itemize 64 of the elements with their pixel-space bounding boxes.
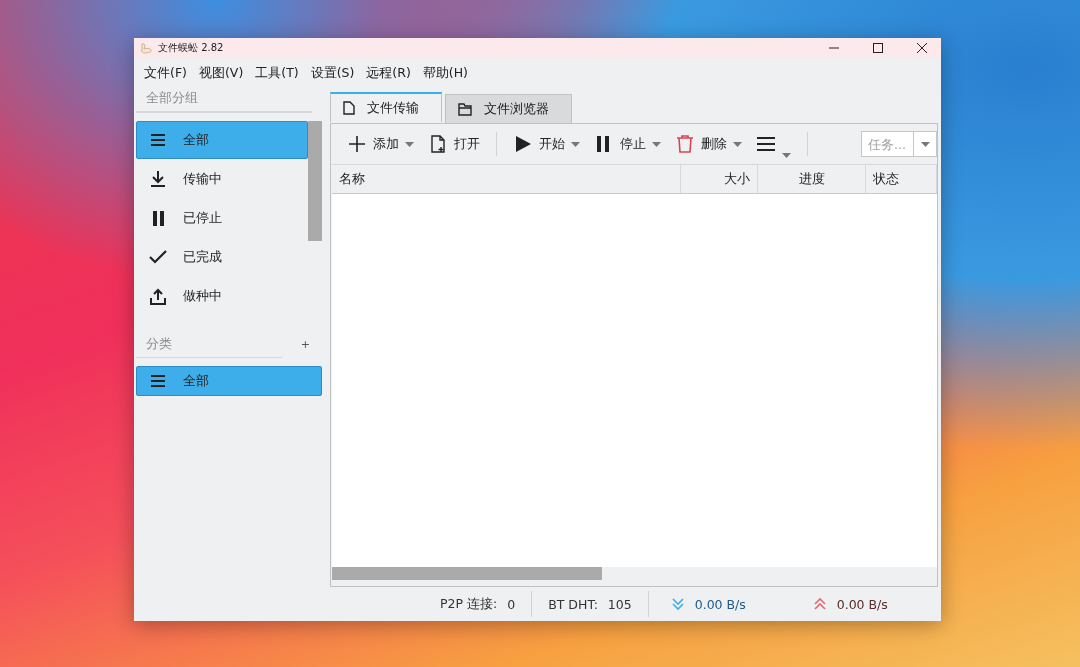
task-filter-field[interactable]: 任务... (861, 131, 913, 157)
item-label: 全部 (183, 131, 209, 149)
menu-icon (149, 131, 167, 149)
new-document-icon (428, 134, 448, 154)
sidebar-item[interactable]: 全部 (136, 121, 308, 159)
download-icon (149, 170, 167, 188)
menu-item[interactable]: 帮助(H) (418, 64, 472, 82)
download-speed: 0.00 B/s (694, 596, 746, 612)
maximize-icon (873, 43, 883, 53)
tab-label: 文件浏览器 (484, 100, 549, 118)
upload-speed: 0.00 B/s (836, 596, 888, 612)
close-icon (917, 43, 927, 53)
document-icon (343, 101, 355, 115)
upload-speed-icon (812, 597, 827, 611)
status-value: 0 (507, 596, 516, 612)
toolbar-button[interactable]: 删除 (673, 132, 744, 156)
add-category-button[interactable]: + (300, 338, 310, 358)
toolbar-button[interactable]: 停止 (592, 132, 663, 156)
tab[interactable]: 文件浏览器 (445, 94, 572, 124)
play-icon (513, 134, 533, 154)
sidebar-item[interactable]: 做种中 (136, 277, 308, 315)
menu-item[interactable]: 设置(S) (306, 64, 359, 82)
download-speed-icon (670, 597, 685, 611)
item-label: 已停止 (183, 209, 222, 227)
tab[interactable]: 文件传输 (330, 92, 442, 122)
menu-icon (149, 372, 167, 390)
toolbar-button[interactable]: 打开 (426, 132, 482, 156)
section-title: 分类 (146, 336, 172, 353)
status-value: 105 (607, 596, 632, 612)
folder-icon (458, 102, 472, 116)
caret-icon (920, 141, 930, 147)
scrollbar-thumb[interactable] (332, 567, 602, 580)
sidebar-item[interactable]: 已完成 (136, 238, 308, 276)
minimize-icon (829, 47, 839, 49)
trash-icon (675, 134, 695, 154)
item-label: 已完成 (183, 248, 222, 266)
scrollbar-thumb[interactable] (308, 121, 322, 241)
section-title: 全部分组 (146, 90, 198, 107)
menu-item[interactable]: 视图(V) (194, 64, 248, 82)
goose-logo-icon (140, 42, 152, 54)
item-label: 传输中 (183, 170, 222, 188)
sidebar-item[interactable]: 已停止 (136, 199, 308, 237)
menu-icon (756, 134, 776, 154)
plus-icon (347, 134, 367, 154)
upload-icon (149, 287, 167, 305)
status-label: BT DHT: (548, 596, 598, 612)
sidebar-item[interactable]: 全部 (136, 366, 322, 396)
toolbar-button[interactable]: 开始 (511, 132, 582, 156)
column-header[interactable]: 进度 (758, 165, 866, 193)
column-header[interactable]: 大小 (681, 165, 758, 193)
menu-item[interactable]: 工具(T) (251, 64, 303, 82)
item-label: 全部 (183, 372, 209, 390)
sidebar-item[interactable]: 传输中 (136, 160, 308, 198)
window-title: 文件蜈蚣 2.82 (158, 41, 225, 55)
toolbar-button[interactable]: 添加 (345, 132, 416, 156)
menu-item[interactable]: 文件(F) (140, 64, 191, 82)
tab-label: 文件传输 (367, 99, 419, 117)
column-header[interactable]: 名称 (332, 165, 681, 193)
dropdown-button[interactable] (913, 131, 937, 157)
status-label: P2P 连接: (440, 595, 498, 613)
column-header[interactable]: 状态 (866, 165, 937, 193)
item-label: 做种中 (183, 287, 222, 305)
checkmark-icon (149, 248, 167, 266)
menu-item[interactable]: 远程(R) (362, 64, 415, 82)
